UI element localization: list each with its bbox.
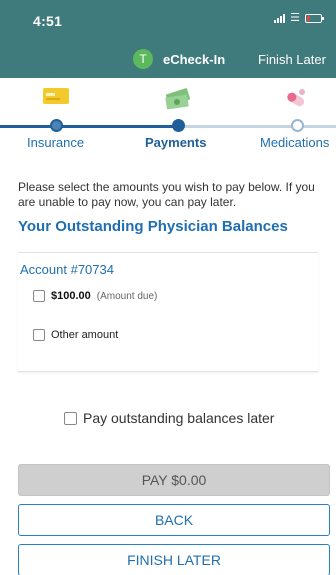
- progress-line-remaining: [180, 125, 336, 128]
- finish-later-link[interactable]: Finish Later: [258, 52, 326, 67]
- other-amount-label: Other amount: [51, 329, 119, 341]
- section-title: Your Outstanding Physician Balances: [18, 218, 288, 235]
- amount-due-option[interactable]: $100.00 (Amount due): [33, 290, 157, 302]
- progress-steps: Insurance Payments Medications: [0, 78, 336, 150]
- step-label-insurance[interactable]: Insurance: [27, 135, 84, 150]
- account-title: Account #70734: [20, 262, 114, 277]
- battery-icon: [305, 13, 324, 23]
- step-label-medications[interactable]: Medications: [260, 135, 329, 150]
- account-card: Account #70734 $100.00 (Amount due) Othe…: [18, 252, 318, 372]
- amount-due-note: (Amount due): [96, 290, 158, 302]
- pay-later-checkbox[interactable]: [64, 411, 77, 425]
- pay-later-label: Pay outstanding balances later: [83, 410, 275, 426]
- app-logo: T: [133, 49, 153, 69]
- finish-later-button[interactable]: FINISH LATER: [18, 544, 330, 575]
- cash-icon: [165, 88, 191, 110]
- status-bar: 4:51 ☰: [0, 0, 336, 40]
- back-button[interactable]: BACK: [18, 504, 330, 536]
- amount-due-checkbox[interactable]: [33, 290, 45, 302]
- other-amount-checkbox[interactable]: [33, 329, 45, 341]
- amount-due-value: $100.00: [51, 290, 91, 302]
- pay-later-option[interactable]: Pay outstanding balances later: [64, 410, 274, 426]
- status-time: 4:51: [33, 13, 63, 29]
- step-dot-insurance: [50, 119, 63, 132]
- other-amount-option[interactable]: Other amount: [33, 329, 118, 341]
- instructions-text: Please select the amounts you wish to pa…: [18, 180, 315, 209]
- wifi-icon: ☰: [290, 12, 300, 24]
- pill-icon: [287, 89, 305, 107]
- app-header: T eCheck-In Finish Later: [0, 40, 336, 78]
- status-icons: ☰: [274, 12, 324, 24]
- signal-icon: [274, 13, 286, 23]
- app-title: eCheck-In: [163, 52, 226, 67]
- insurance-card-icon: [43, 88, 69, 104]
- step-dot-medications: [291, 119, 304, 132]
- step-label-payments: Payments: [145, 135, 207, 150]
- progress-line-complete: [0, 125, 180, 128]
- pay-button[interactable]: PAY $0.00: [18, 464, 330, 496]
- step-dot-payments: [172, 119, 185, 132]
